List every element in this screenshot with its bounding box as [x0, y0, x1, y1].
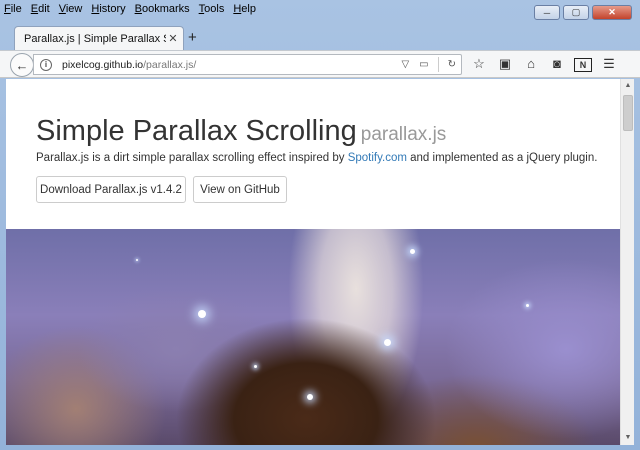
- onenote-badge: N: [574, 58, 592, 72]
- menu-bar: File Edit View History Bookmarks Tools H…: [4, 0, 265, 18]
- download-button[interactable]: Download Parallax.js v1.4.2: [36, 176, 186, 203]
- tab-strip: Parallax.js | Simple Parallax Scro... ✕ …: [0, 24, 640, 50]
- scroll-up-icon[interactable]: ▲: [621, 79, 635, 93]
- star-sparkle: [136, 259, 138, 261]
- menu-tools-rest: ools: [204, 3, 225, 15]
- star-sparkle: [254, 365, 257, 368]
- close-window-button[interactable]: ✕: [592, 5, 632, 20]
- page-lead: Parallax.js is a dirt simple parallax sc…: [36, 152, 597, 164]
- menu-history[interactable]: History: [91, 3, 125, 15]
- new-tab-button[interactable]: +: [188, 29, 197, 46]
- minimize-button[interactable]: ─: [534, 5, 560, 20]
- back-button[interactable]: ←: [10, 53, 34, 77]
- back-arrow-icon: ←: [15, 57, 29, 73]
- spotify-link[interactable]: Spotify.com: [348, 152, 407, 164]
- scroll-thumb[interactable]: [623, 95, 633, 131]
- scroll-down-icon[interactable]: ▼: [621, 431, 635, 445]
- url-host: pixelcog.github.io: [62, 58, 144, 71]
- menu-view[interactable]: View: [59, 3, 83, 15]
- parallax-hero-image: [6, 229, 620, 445]
- navigation-bar: ← i pixelcog.github.io/parallax.js/ ▽ ▭ …: [0, 50, 640, 78]
- bookmark-star-icon[interactable]: ☆: [470, 56, 488, 72]
- tab-parallax[interactable]: Parallax.js | Simple Parallax Scro... ✕: [14, 26, 184, 50]
- menu-edit-rest: dit: [38, 3, 50, 15]
- star-sparkle: [198, 310, 206, 318]
- url-path: /parallax.js/: [143, 58, 197, 71]
- reload-icon[interactable]: ↻: [448, 59, 456, 70]
- tab-title: Parallax.js | Simple Parallax Scro...: [24, 32, 166, 45]
- menu-help[interactable]: Help: [233, 3, 256, 15]
- url-bar[interactable]: i pixelcog.github.io/parallax.js/ ▽ ▭ ↻: [33, 54, 462, 75]
- page-title-small: parallax.js: [360, 124, 447, 145]
- menu-edit[interactable]: Edit: [31, 3, 50, 15]
- menu-bookmarks[interactable]: Bookmarks: [135, 3, 190, 15]
- page-viewport: Simple Parallax Scrolling parallax.js Par…: [6, 79, 620, 445]
- site-info-icon[interactable]: i: [40, 58, 52, 71]
- toolbar-icons: ☆ ▣ ⌂ ◙ N ☰: [470, 56, 618, 72]
- page-title-text: Simple Parallax Scrolling: [36, 115, 357, 147]
- vertical-scrollbar[interactable]: ▲ ▼: [620, 79, 634, 445]
- tab-close-icon[interactable]: ✕: [166, 32, 180, 45]
- menu-tools[interactable]: Tools: [199, 3, 225, 15]
- reader-view-icon[interactable]: ▭: [419, 59, 428, 70]
- browser-window: File Edit View History Bookmarks Tools H…: [0, 0, 640, 450]
- menu-file[interactable]: File: [4, 3, 22, 15]
- star-sparkle: [384, 339, 391, 346]
- star-sparkle: [307, 394, 313, 400]
- github-button[interactable]: View on GitHub: [193, 176, 287, 203]
- star-sparkle: [410, 249, 415, 254]
- menu-bookmarks-rest: ookmarks: [141, 3, 190, 15]
- home-icon[interactable]: ⌂: [522, 56, 540, 72]
- menu-help-rest: elp: [241, 3, 256, 15]
- page-title: Simple Parallax Scrolling parallax.js: [36, 115, 446, 148]
- menu-file-rest: ile: [10, 3, 22, 15]
- menu-icon[interactable]: ☰: [600, 56, 618, 72]
- lead-text-after: and implemented as a jQuery plugin.: [406, 152, 598, 164]
- maximize-button[interactable]: ▢: [563, 5, 589, 20]
- menu-history-rest: istory: [99, 3, 126, 15]
- onenote-icon[interactable]: N: [574, 56, 592, 72]
- lead-text-before: Parallax.js is a dirt simple parallax sc…: [36, 152, 348, 164]
- clipboard-icon[interactable]: ▣: [496, 56, 514, 72]
- url-text: pixelcog.github.io/parallax.js/: [62, 59, 396, 71]
- star-sparkle: [526, 304, 529, 307]
- pocket-icon[interactable]: ◙: [548, 56, 566, 72]
- url-dropdown-icon[interactable]: ▽: [401, 59, 409, 70]
- menu-view-rest: iew: [65, 3, 83, 15]
- window-controls: ─ ▢ ✕: [534, 5, 632, 20]
- url-separator: [437, 57, 439, 72]
